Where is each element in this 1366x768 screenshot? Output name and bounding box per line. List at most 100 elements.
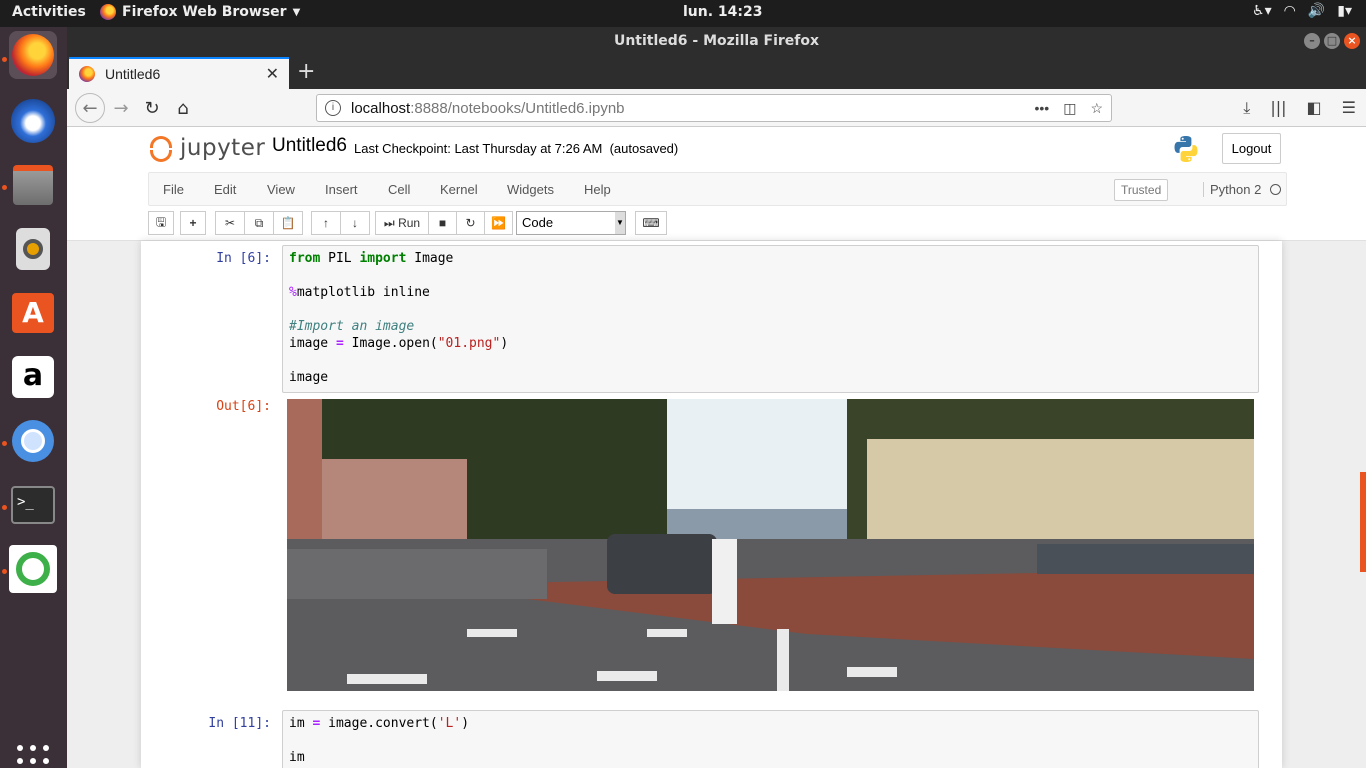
dock-amazon[interactable]: a	[9, 353, 57, 401]
close-tab-icon[interactable]: ✕	[266, 64, 279, 84]
accessibility-icon[interactable]: ♿▾	[1252, 3, 1272, 19]
input-prompt: In [11]:	[208, 716, 271, 731]
code-line: #Import an image	[289, 318, 1252, 335]
code-token: image	[289, 336, 336, 351]
clock[interactable]: lun. 14:23	[683, 4, 763, 20]
code-line: image	[289, 369, 1252, 386]
dock-firefox[interactable]	[9, 31, 57, 79]
site-info-icon[interactable]: i	[325, 100, 341, 116]
close-window-button[interactable]: ×	[1344, 33, 1360, 49]
code-token: "01.png"	[437, 336, 501, 351]
insert-cell-button[interactable]: +	[180, 211, 206, 235]
files-icon	[13, 165, 53, 205]
logout-button[interactable]: Logout	[1222, 133, 1281, 164]
scissors-icon: ✂	[224, 216, 236, 230]
maximize-button[interactable]: □	[1324, 33, 1340, 49]
url-bar[interactable]: i localhost:8888/notebooks/Untitled6.ipy…	[316, 94, 1112, 122]
dock-terminal[interactable]: >_	[9, 481, 57, 529]
notebook-name[interactable]: Untitled6	[272, 135, 347, 157]
paste-icon: 📋	[280, 216, 296, 230]
cut-button[interactable]: ✂	[215, 211, 245, 235]
show-applications-icon[interactable]	[17, 745, 49, 768]
code-token: matplotlib inline	[296, 285, 430, 300]
menu-insert[interactable]: Insert	[325, 182, 358, 197]
code-cell-input[interactable]: from PIL import Image %matplotlib inline #…	[282, 245, 1259, 393]
terminal-icon: >_	[11, 486, 55, 524]
tab-favicon-icon	[79, 66, 95, 82]
menu-cell[interactable]: Cell	[388, 182, 410, 197]
run-button[interactable]: ⏭ Run	[375, 211, 429, 235]
code-line: image = Image.open("01.png")	[289, 335, 1252, 352]
dock-chromium[interactable]	[9, 417, 57, 465]
sidebar-icon[interactable]: ◧	[1307, 98, 1322, 118]
kernel-name: Python 2	[1203, 182, 1261, 197]
page-actions-icon[interactable]: •••	[1034, 100, 1049, 117]
back-button[interactable]: ←	[75, 93, 105, 123]
interrupt-button[interactable]: ■	[428, 211, 457, 235]
dock-software[interactable]: A	[9, 289, 57, 337]
menu-edit[interactable]: Edit	[214, 182, 236, 197]
library-icon[interactable]: |||	[1270, 98, 1286, 118]
app-menu[interactable]: Firefox Web Browser ▼	[100, 4, 300, 20]
dock-files[interactable]	[9, 161, 57, 209]
cell-type-value: Code	[522, 215, 554, 230]
window-title: Untitled6 - Mozilla Firefox	[613, 33, 820, 49]
jupyter-logo[interactable]: jupyter	[150, 133, 265, 163]
anaconda-icon	[9, 545, 57, 593]
save-button[interactable]: 🖫	[148, 211, 174, 235]
copy-button[interactable]: ⧉	[244, 211, 274, 235]
code-line: %matplotlib inline	[289, 284, 1252, 301]
keyboard-icon: ⌨	[642, 216, 660, 230]
system-tray[interactable]: ♿▾ ◠ 🔊 ▮▾	[1252, 3, 1352, 19]
menu-file[interactable]: File	[163, 182, 184, 197]
code-line: im = image.convert('L')	[289, 715, 1252, 732]
arrow-up-icon: ↑	[323, 216, 329, 230]
thunderbird-icon	[11, 99, 55, 143]
activities-button[interactable]: Activities	[12, 4, 86, 20]
menu-kernel[interactable]: Kernel	[440, 182, 478, 197]
menu-view[interactable]: View	[267, 182, 295, 197]
cell-type-select[interactable]: Code ▼	[516, 211, 626, 235]
restart-button[interactable]: ↻	[456, 211, 485, 235]
pocket-icon[interactable]: ◫	[1063, 100, 1076, 117]
menu-widgets[interactable]: Widgets	[507, 182, 554, 197]
new-tab-button[interactable]: +	[297, 59, 315, 84]
home-button[interactable]: ⌂	[171, 96, 195, 120]
dock-thunderbird[interactable]	[9, 97, 57, 145]
chevron-down-icon: ▼	[615, 212, 625, 234]
dock-rhythmbox[interactable]	[9, 225, 57, 273]
tab-untitled6[interactable]: Untitled6 ✕	[69, 57, 289, 89]
command-palette-button[interactable]: ⌨	[635, 211, 667, 235]
code-token: im	[289, 716, 313, 731]
reload-button[interactable]: ↻	[140, 96, 164, 120]
volume-icon[interactable]: 🔊	[1308, 3, 1325, 19]
forward-button[interactable]: →	[109, 96, 133, 120]
bookmark-star-icon[interactable]: ☆	[1090, 100, 1103, 117]
code-token: )	[500, 336, 509, 351]
jupyter-logo-text: jupyter	[180, 135, 266, 161]
move-up-button[interactable]: ↑	[311, 211, 341, 235]
firefox-icon	[12, 34, 54, 76]
code-line: im	[289, 749, 1252, 766]
menu-help[interactable]: Help	[584, 182, 611, 197]
dock-anaconda[interactable]	[9, 545, 57, 593]
battery-icon[interactable]: ▮▾	[1337, 3, 1352, 19]
code-token: =	[335, 336, 344, 351]
input-prompt: In [6]:	[216, 251, 271, 266]
downloads-icon[interactable]: ⤓	[1243, 98, 1250, 118]
trusted-indicator[interactable]: Trusted	[1114, 179, 1169, 201]
code-cell-input[interactable]: im = image.convert('L') im	[282, 710, 1259, 768]
wifi-icon[interactable]: ◠	[1284, 3, 1296, 19]
page-scrollbar[interactable]	[1360, 472, 1366, 572]
menu-hamburger-icon[interactable]: ☰	[1342, 98, 1356, 118]
restart-run-all-button[interactable]: ⏩	[484, 211, 513, 235]
minimize-button[interactable]: –	[1304, 33, 1320, 49]
amazon-icon: a	[12, 356, 54, 398]
system-top-bar: Activities Firefox Web Browser ▼ lun. 14…	[0, 0, 1366, 27]
run-label: Run	[398, 216, 421, 230]
paste-button[interactable]: 📋	[273, 211, 303, 235]
move-down-button[interactable]: ↓	[340, 211, 370, 235]
